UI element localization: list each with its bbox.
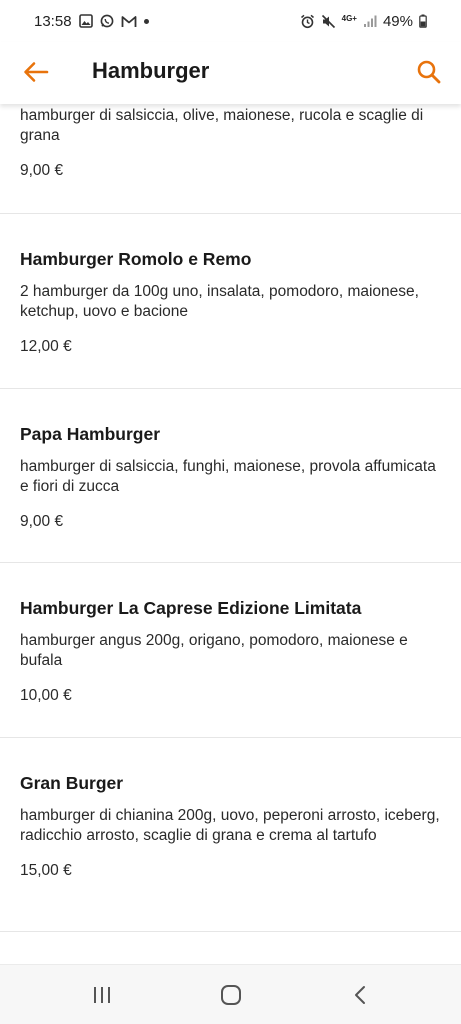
item-price: 9,00 €	[20, 513, 64, 530]
nav-back-icon	[355, 986, 365, 1004]
list-item[interactable]: Gran Burger hamburger di chianina 200g, …	[0, 738, 461, 932]
app-bar: Hamburger	[0, 42, 461, 104]
gallery-icon	[78, 14, 93, 28]
menu-list[interactable]: hamburger di salsiccia, olive, maionese,…	[0, 104, 461, 964]
item-price: 10,00 €	[20, 687, 72, 704]
notification-dot-icon	[143, 18, 149, 24]
search-icon	[417, 60, 441, 84]
search-button[interactable]	[413, 56, 445, 88]
item-description: hamburger angus 200g, origano, pomodoro,…	[20, 632, 408, 669]
mute-icon	[321, 14, 336, 29]
list-item[interactable]: Hamburger La Caprese Edizione Limitata h…	[0, 563, 461, 738]
signal-icon	[363, 14, 377, 28]
status-right: 4G+ 49%	[300, 13, 427, 30]
navigation-bar	[0, 964, 461, 1024]
item-description: hamburger di chianina 200g, uovo, pepero…	[20, 807, 440, 844]
item-name: Hamburger Romolo e Remo	[20, 249, 252, 269]
battery-percent: 49%	[382, 12, 413, 30]
item-name: Papa Hamburger	[20, 424, 161, 444]
status-left: 13:58	[34, 13, 149, 30]
item-name: Hamburger La Caprese Edizione Limitata	[20, 598, 362, 618]
nav-back-button[interactable]	[341, 980, 381, 1010]
home-button[interactable]	[211, 980, 251, 1010]
list-item[interactable]: Papa Hamburger hamburger di salsiccia, f…	[0, 389, 461, 563]
list-item[interactable]: hamburger di salsiccia, olive, maionese,…	[0, 106, 461, 214]
item-description: hamburger di salsiccia, funghi, maionese…	[20, 458, 436, 495]
item-price: 9,00 €	[20, 162, 64, 179]
item-price: 15,00 €	[20, 862, 72, 879]
item-description: 2 hamburger da 100g uno, insalata, pomod…	[20, 283, 419, 320]
back-button[interactable]	[20, 56, 52, 88]
battery-icon	[419, 14, 427, 28]
status-time: 13:58	[34, 12, 72, 30]
item-name: Gran Burger	[20, 773, 124, 793]
home-icon	[221, 985, 241, 1005]
whatsapp-icon	[100, 14, 114, 28]
recents-button[interactable]	[82, 980, 122, 1010]
recents-icon	[94, 987, 110, 1003]
alarm-icon	[300, 14, 315, 29]
item-description: hamburger di salsiccia, olive, maionese,…	[20, 107, 424, 144]
list-item[interactable]: Hamburger Romolo e Remo 2 hamburger da 1…	[0, 214, 461, 389]
network-type: 4G+	[341, 13, 357, 23]
item-price: 12,00 €	[20, 338, 72, 355]
status-bar: 13:58 4G+ 49%	[0, 0, 461, 42]
gmail-icon	[121, 15, 137, 28]
page-title: Hamburger	[92, 58, 210, 83]
arrow-left-icon	[24, 62, 49, 82]
